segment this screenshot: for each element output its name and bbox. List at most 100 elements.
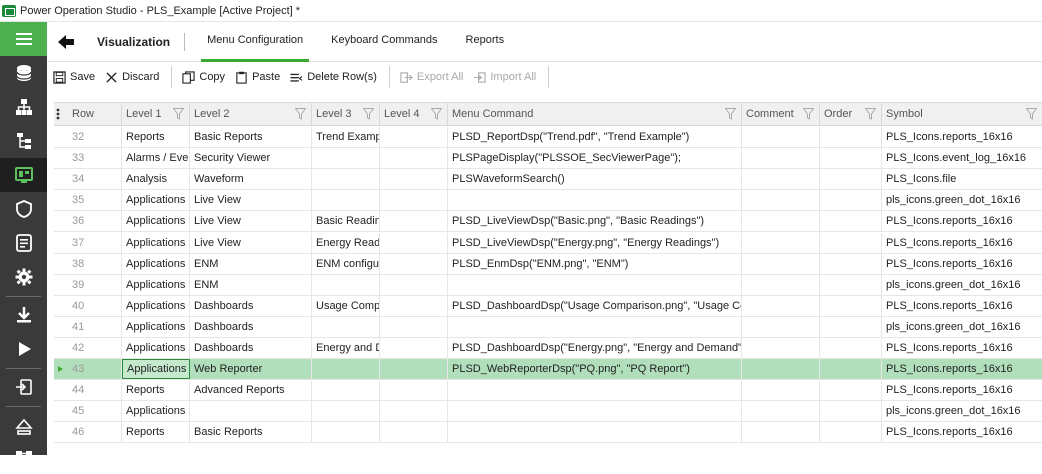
cell-symbol[interactable]: PLS_Icons.reports_16x16 [882,359,1042,379]
filter-icon[interactable] [725,108,736,120]
cell-row[interactable]: 45 [68,401,122,422]
cell-row[interactable]: 34 [68,169,122,190]
filter-icon[interactable] [1026,108,1037,120]
hierarchy-icon[interactable] [0,90,47,124]
cell-level-3[interactable] [312,274,380,295]
cell-level-2[interactable]: Live View [190,190,312,211]
table-row[interactable]: 34 Analysis Waveform PLSWaveformSearch() PLS… [54,169,1042,191]
cell-comment[interactable] [742,316,820,337]
cell-menu-command[interactable]: PLSD_LiveViewDsp("Energy.png", "Energy R… [448,232,742,253]
cell-level-4[interactable] [380,359,448,380]
cell-level-4[interactable] [380,232,448,253]
cell-symbol[interactable]: PLS_Icons.event_log_16x16 [882,148,1042,168]
save-button[interactable]: Save [53,66,95,88]
cell-level-4[interactable] [380,401,448,422]
table-row[interactable]: 43 Applications Web Reporter PLSD_WebReport… [54,359,1042,381]
cell-menu-command[interactable]: PLSWaveformSearch() [448,169,742,190]
cell-menu-command[interactable]: PLSD_ReportDsp("Trend.pdf", "Trend Examp… [448,127,742,147]
cell-level-1[interactable]: Applications [122,190,190,211]
cell-order[interactable] [820,274,882,295]
cell-comment[interactable] [742,380,820,401]
cell-level-4[interactable] [380,316,448,337]
paste-button[interactable]: Paste [235,66,280,88]
table-row[interactable]: 44 Reports Advanced Reports PLS_Icons.repor… [54,380,1042,402]
cell-level-3[interactable] [312,169,380,190]
cell-level-2[interactable]: ENM [190,253,312,274]
column-header-comment[interactable]: Comment [742,103,820,125]
cell-comment[interactable] [742,148,820,169]
cell-level-1[interactable]: Applications [122,274,190,295]
cell-level-4[interactable] [380,211,448,232]
column-header-level-3[interactable]: Level 3 [312,103,380,125]
tab-keyboard-commands[interactable]: Keyboard Commands [325,22,443,62]
cell-symbol[interactable]: PLS_Icons.reports_16x16 [882,338,1042,358]
discard-button[interactable]: Discard [105,66,159,88]
cell-level-4[interactable] [380,380,448,401]
cell-comment[interactable] [742,253,820,274]
cell-level-3[interactable] [312,380,380,401]
cell-order[interactable] [820,211,882,232]
cell-comment[interactable] [742,401,820,422]
cell-menu-command[interactable] [448,401,742,422]
cell-row[interactable]: 32 [68,127,122,147]
cell-level-1[interactable]: Applications [122,295,190,316]
cell-level-2[interactable]: Waveform [190,169,312,190]
cell-level-4[interactable] [380,253,448,274]
filter-icon[interactable] [865,108,876,120]
cell-level-1[interactable]: Applications [122,211,190,232]
cell-order[interactable] [820,401,882,422]
cell-level-3[interactable] [312,401,380,422]
cell-menu-command[interactable]: PLSD_EnmDsp("ENM.png", "ENM") [448,253,742,274]
gear-icon[interactable] [0,260,47,294]
cell-order[interactable] [820,190,882,211]
cell-level-2[interactable]: Security Viewer [190,148,312,169]
cell-level-3[interactable]: Basic Readings [312,211,380,232]
cell-order[interactable] [820,359,882,380]
cell-level-2[interactable]: Live View [190,232,312,253]
cell-menu-command[interactable]: PLSD_DashboardDsp("Energy.png", "Energy … [448,338,742,358]
cell-row[interactable]: 33 [68,148,122,169]
cell-level-1[interactable]: Analysis [122,169,190,190]
column-header-level-2[interactable]: Level 2 [190,103,312,125]
cell-level-1[interactable]: Alarms / Events [122,148,190,169]
cell-level-2[interactable]: Web Reporter [190,359,312,380]
cell-comment[interactable] [742,232,820,253]
tab-reports[interactable]: Reports [460,22,511,62]
cell-level-1[interactable]: Reports [122,380,190,401]
cell-comment[interactable] [742,338,820,358]
cell-level-1[interactable]: Reports [122,422,190,443]
cell-order[interactable] [820,338,882,358]
download-icon[interactable] [0,298,47,332]
tab-menu-configuration[interactable]: Menu Configuration [201,22,310,62]
cell-level-4[interactable] [380,422,448,443]
delete-rows-button[interactable]: Delete Row(s) [290,66,377,88]
cell-level-3[interactable]: Trend Example [312,127,380,147]
database-icon[interactable] [0,56,47,90]
cell-order[interactable] [820,422,882,443]
table-row[interactable]: 38ApplicationsENMENM configuration PLSD_E… [54,253,1042,275]
cell-level-2[interactable]: Dashboards [190,316,312,337]
cell-row[interactable]: 36 [68,211,122,232]
cell-level-3[interactable]: Energy and Demand [312,338,380,358]
cell-menu-command[interactable]: PLSD_DashboardDsp("Usage Comparison.png"… [448,295,742,316]
cell-level-2[interactable] [190,401,312,422]
cell-menu-command[interactable] [448,274,742,295]
filter-icon[interactable] [295,108,306,120]
column-header-level-4[interactable]: Level 4 [380,103,448,125]
cell-level-4[interactable] [380,148,448,169]
column-header-row[interactable]: Row [68,103,122,125]
cell-menu-command[interactable]: PLSD_LiveViewDsp("Basic.png", "Basic Rea… [448,211,742,232]
upgrade-icon[interactable] [0,410,47,444]
filter-icon[interactable] [173,108,184,120]
cell-symbol[interactable]: PLS_Icons.reports_16x16 [882,422,1042,442]
cell-row[interactable]: 41 [68,316,122,337]
cell-row[interactable]: 42 [68,338,122,358]
cell-symbol[interactable]: pls_icons.green_dot_16x16 [882,275,1042,295]
visualization-icon[interactable] [0,158,47,192]
cell-comment[interactable] [742,422,820,443]
table-row[interactable]: 35 Applications Live View pls_icons.green_d… [54,190,1042,212]
cell-level-4[interactable] [380,274,448,295]
cell-order[interactable] [820,253,882,274]
export-icon[interactable] [0,370,47,404]
column-header-menu-command[interactable]: Menu Command [448,103,742,125]
